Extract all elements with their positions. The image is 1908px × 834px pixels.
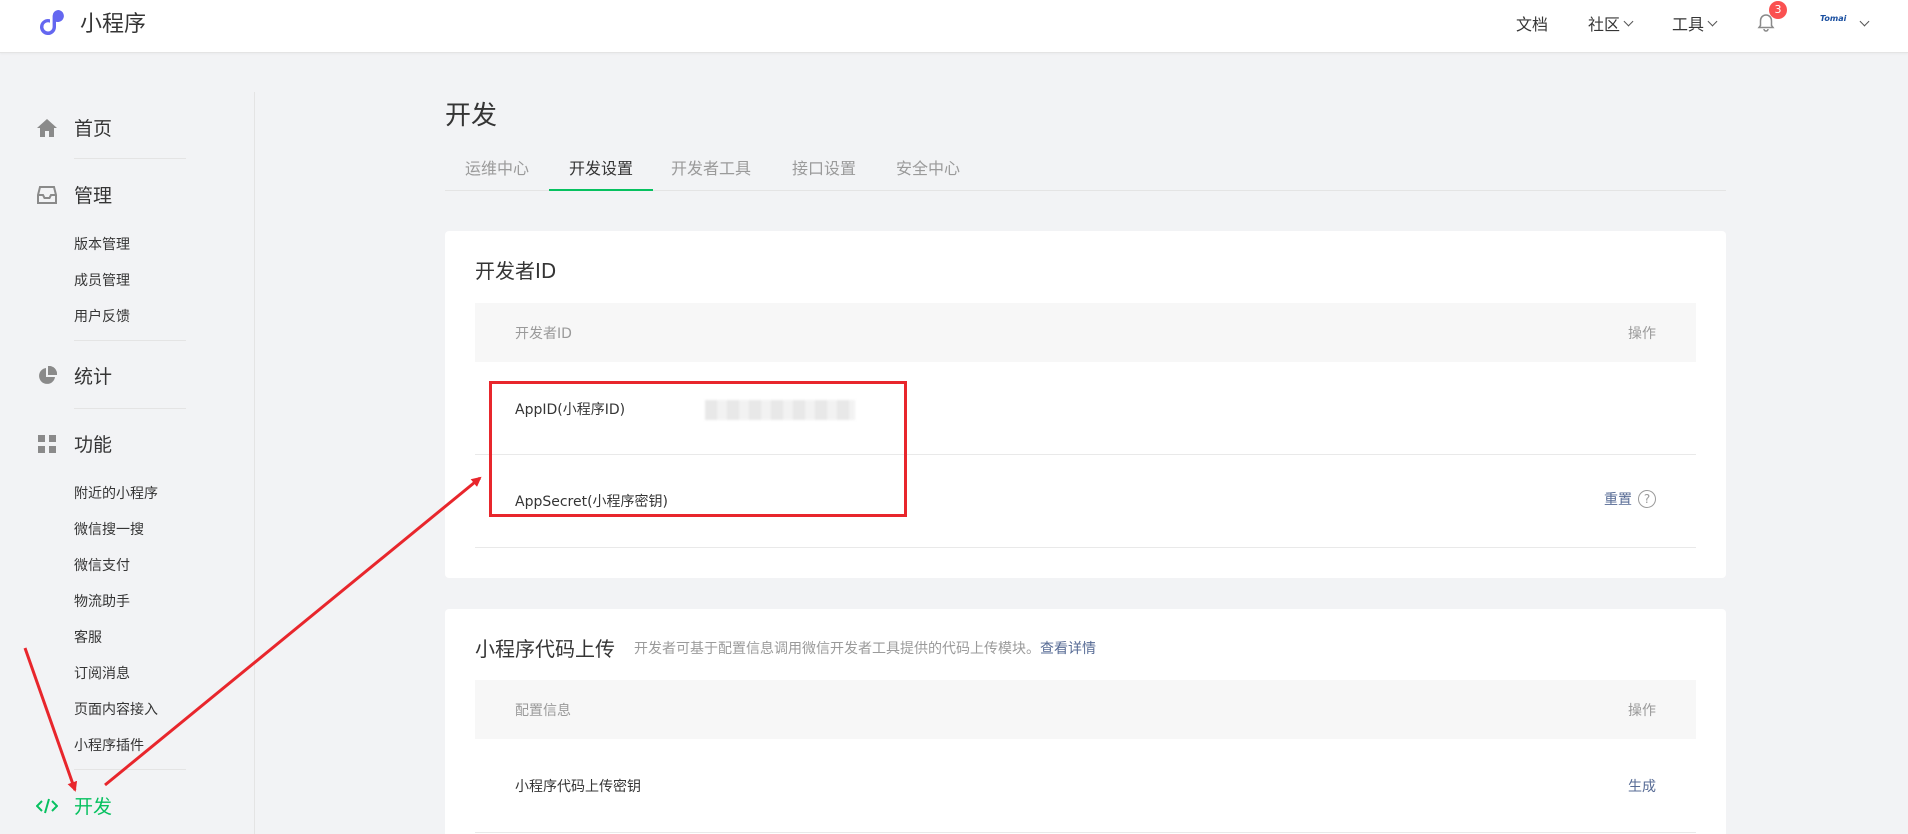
sidebar-item-plugins[interactable]: 小程序插件 [74,735,144,755]
sidebar-item-service[interactable]: 客服 [74,627,102,647]
details-link[interactable]: 查看详情 [1040,641,1096,657]
tab-security[interactable]: 安全中心 [876,156,980,191]
sidebar: 首页 管理 版本管理 成员管理 用户反馈 统计 功能 附近的小程序 微信搜一搜 … [0,92,255,834]
chevron-down-icon [1707,16,1718,26]
sidebar-item-dev[interactable]: 开发 [36,792,112,819]
table-row: 小程序代码上传密钥 生成 [475,739,1696,833]
tab-bar: 运维中心 开发设置 开发者工具 接口设置 安全中心 [445,156,1726,191]
app-title: 小程序 [80,12,147,37]
app-logo[interactable]: 小程序 [38,6,146,38]
grid-icon [36,433,58,455]
docs-label: 文档 [1515,15,1548,34]
table-header: 开发者ID 操作 [475,303,1696,362]
column-header: 开发者ID [515,326,572,342]
notifications-button[interactable]: 3 [1756,1,1787,33]
sidebar-item-members[interactable]: 成员管理 [74,270,130,290]
sidebar-item-manage[interactable]: 管理 [36,181,112,208]
sidebar-item-pay[interactable]: 微信支付 [74,555,130,575]
tools-label: 工具 [1671,15,1704,34]
card-title: 开发者ID [475,259,557,283]
sidebar-item-label: 功能 [74,434,113,456]
table-header: 配置信息 操作 [475,680,1696,739]
reset-secret-button[interactable]: 重置 ? [1604,489,1656,509]
docs-link[interactable]: 文档 [1516,11,1548,35]
sidebar-item-home[interactable]: 首页 [36,114,112,141]
card-description: 开发者可基于配置信息调用微信开发者工具提供的代码上传模块。查看详情 [634,638,1096,658]
top-nav: 文档 社区 工具 3 Tomai [1516,0,1908,46]
reset-label: 重置 [1604,492,1632,508]
pie-chart-icon [36,365,58,387]
divider [74,769,186,770]
divider [74,340,186,341]
miniprogram-logo-icon [40,10,64,36]
sidebar-item-nearby[interactable]: 附近的小程序 [74,483,158,503]
annotation-highlight-box [489,381,907,517]
sidebar-item-content[interactable]: 页面内容接入 [74,699,158,719]
tools-menu[interactable]: 工具 [1671,11,1718,35]
sidebar-item-label: 首页 [74,118,113,140]
divider [74,408,186,409]
sidebar-item-label: 统计 [74,366,113,388]
notification-badge: 3 [1769,1,1787,19]
code-upload-card: 小程序代码上传 开发者可基于配置信息调用微信开发者工具提供的代码上传模块。查看详… [445,609,1726,834]
generate-key-button[interactable]: 生成 [1628,776,1656,796]
description-text: 开发者可基于配置信息调用微信开发者工具提供的代码上传模块。 [634,641,1040,657]
code-icon [36,795,58,817]
sidebar-item-label: 管理 [74,185,113,207]
inbox-icon [36,184,58,206]
divider [74,158,186,159]
help-icon[interactable]: ? [1638,490,1656,508]
page-title: 开发 [445,101,498,131]
tab-dev-settings[interactable]: 开发设置 [549,156,654,191]
home-icon [36,117,58,139]
community-menu[interactable]: 社区 [1587,11,1634,35]
column-header: 配置信息 [515,703,571,719]
tab-ops[interactable]: 运维中心 [445,156,549,191]
sidebar-item-label: 开发 [74,796,113,818]
chevron-down-icon [1623,16,1634,26]
card-title: 小程序代码上传 [475,637,615,661]
tab-api-settings[interactable]: 接口设置 [772,156,876,191]
sidebar-item-subscribe[interactable]: 订阅消息 [74,663,130,683]
column-header: 操作 [1628,326,1656,342]
sidebar-item-search[interactable]: 微信搜一搜 [74,519,144,539]
sidebar-item-logistics[interactable]: 物流助手 [74,591,130,611]
column-header: 操作 [1628,703,1656,719]
top-bar: 小程序 文档 社区 工具 3 Tomai [0,0,1908,53]
sidebar-item-version[interactable]: 版本管理 [74,234,130,254]
avatar[interactable]: Tomai [1820,15,1846,31]
upload-key-label: 小程序代码上传密钥 [515,779,641,795]
tab-dev-tools[interactable]: 开发者工具 [651,156,771,191]
community-label: 社区 [1587,15,1620,34]
chevron-down-icon[interactable] [1859,16,1870,26]
sidebar-item-features[interactable]: 功能 [36,430,112,457]
sidebar-item-stats[interactable]: 统计 [36,362,112,389]
sidebar-item-feedback[interactable]: 用户反馈 [74,306,130,326]
